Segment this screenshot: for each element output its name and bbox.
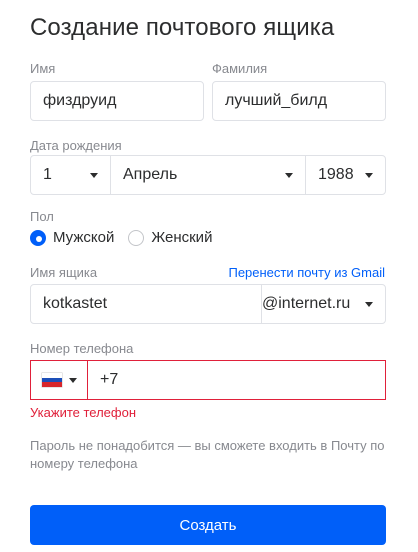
page-title: Создание почтового ящика xyxy=(30,14,335,41)
mailbox-domain-select[interactable]: @internet.ru xyxy=(261,284,386,324)
birth-date-label: Дата рождения xyxy=(30,138,122,153)
phone-field[interactable]: +7 xyxy=(30,360,386,400)
gender-female-option[interactable]: Женский xyxy=(128,229,212,246)
birth-month-select[interactable]: Апрель xyxy=(110,155,306,195)
birth-year-value: 1988 xyxy=(318,166,354,183)
chevron-down-icon xyxy=(90,173,98,178)
last-name-value: лучший_билд xyxy=(225,92,328,109)
first-name-value: физдруид xyxy=(43,92,117,109)
mailbox-domain-value: @internet.ru xyxy=(262,295,351,312)
gender-male-label: Мужской xyxy=(53,229,115,246)
phone-error-text: Укажите телефон xyxy=(30,405,137,420)
birth-year-select[interactable]: 1988 xyxy=(305,155,386,195)
first-name-field[interactable]: физдруид xyxy=(30,81,204,121)
gender-radio-group: Мужской Женский xyxy=(30,229,212,246)
gender-female-label: Женский xyxy=(151,229,213,246)
mailbox-name-value: kotkastet xyxy=(43,295,108,312)
create-button[interactable]: Создать xyxy=(30,505,386,545)
country-select[interactable] xyxy=(31,361,88,399)
birth-day-select[interactable]: 1 xyxy=(30,155,111,195)
chevron-down-icon xyxy=(69,377,77,383)
import-gmail-link[interactable]: Перенести почту из Gmail xyxy=(228,265,385,280)
chevron-down-icon xyxy=(365,302,373,307)
birth-month-value: Апрель xyxy=(123,166,178,183)
radio-unselected-icon[interactable] xyxy=(128,229,145,246)
first-name-label: Имя xyxy=(30,61,56,76)
phone-label: Номер телефона xyxy=(30,341,134,356)
mailbox-name-input[interactable]: kotkastet xyxy=(30,284,262,324)
gender-male-option[interactable]: Мужской xyxy=(30,229,114,246)
chevron-down-icon xyxy=(365,173,373,178)
radio-selected-icon[interactable] xyxy=(30,229,46,246)
mailbox-label: Имя ящика xyxy=(30,265,98,280)
russia-flag-icon xyxy=(42,373,62,388)
password-hint-text: Пароль не понадобится — вы сможете входи… xyxy=(30,438,385,471)
birth-day-value: 1 xyxy=(43,166,52,183)
last-name-label: Фамилия xyxy=(212,61,268,76)
chevron-down-icon xyxy=(285,173,293,178)
gender-label: Пол xyxy=(30,209,54,224)
phone-prefix: +7 xyxy=(100,371,119,388)
last-name-field[interactable]: лучший_билд xyxy=(212,81,386,121)
